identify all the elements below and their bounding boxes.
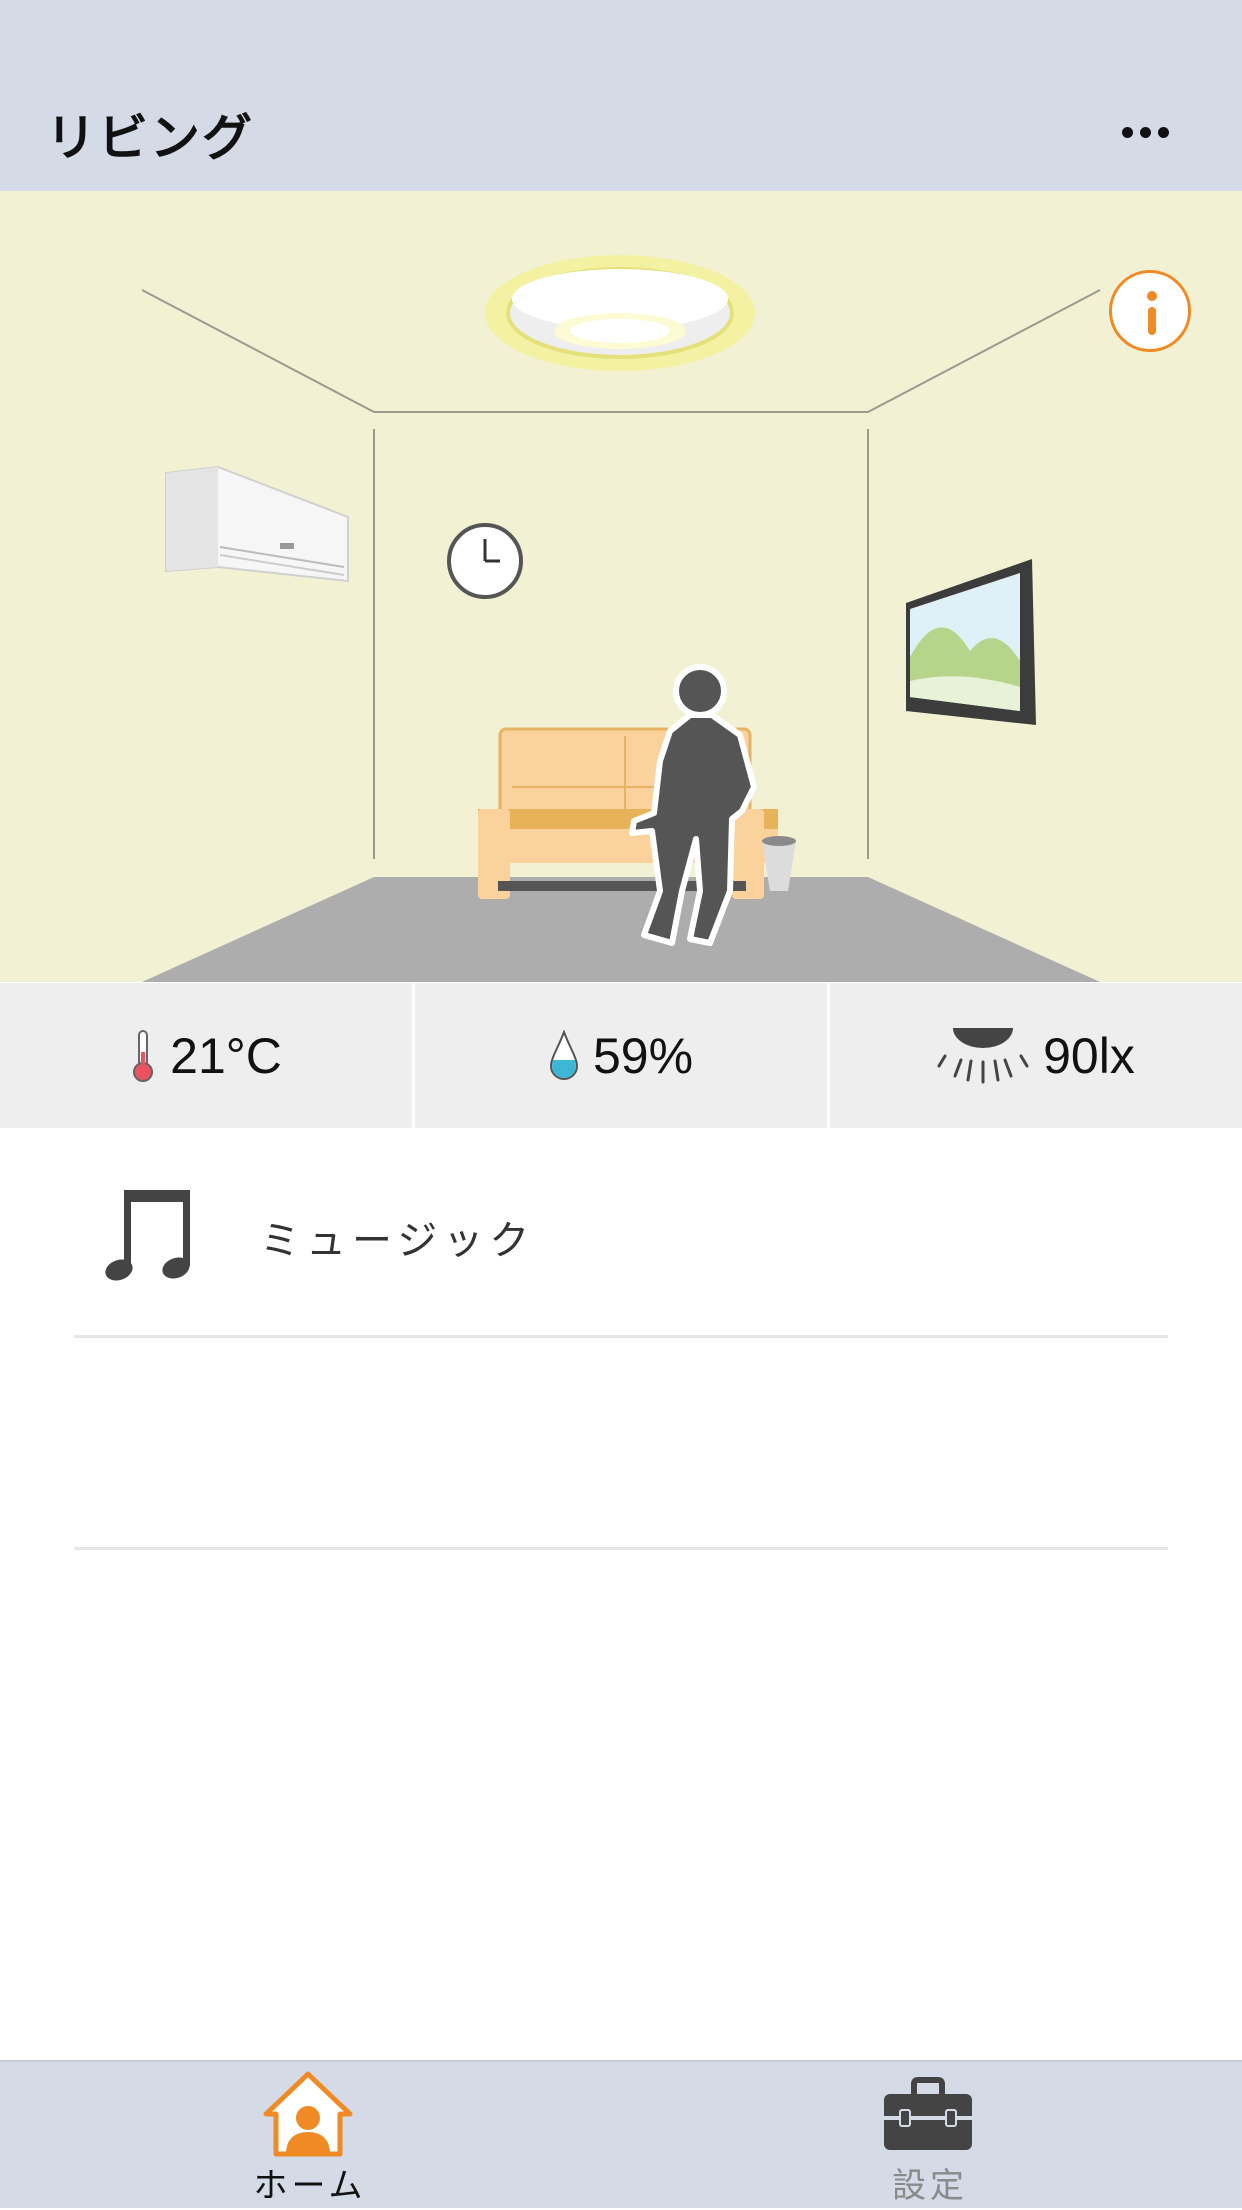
- room-illustration: [0, 191, 1242, 982]
- illuminance-sensor: 90lx: [830, 983, 1242, 1128]
- ceiling-light-icon: [485, 255, 755, 371]
- music-note-icon: [105, 1190, 190, 1281]
- picture-frame-icon: [906, 559, 1036, 725]
- more-options-button[interactable]: [1110, 110, 1180, 154]
- header: リビング: [0, 0, 1242, 191]
- water-drop-icon: [549, 1029, 578, 1080]
- home-icon: [263, 2071, 353, 2157]
- sensor-bar: 21°C 59% 90lx: [0, 983, 1242, 1128]
- info-icon: [1147, 291, 1157, 301]
- list-item-music[interactable]: ミュージック: [74, 1128, 1168, 1338]
- room-floor: [142, 877, 1100, 982]
- more-dot-icon: [1121, 126, 1133, 138]
- list-item-empty: [74, 1338, 1168, 1550]
- air-conditioner-icon: [165, 465, 349, 583]
- tab-home-label: ホーム: [253, 2166, 367, 2206]
- more-dot-icon: [1139, 126, 1151, 138]
- temperature-sensor: 21°C: [0, 983, 415, 1128]
- tab-home[interactable]: ホーム: [150, 2062, 470, 2210]
- list-item-label: ミュージック: [260, 1218, 536, 1264]
- humidity-value: 59%: [592, 1027, 694, 1084]
- tab-settings[interactable]: 設定: [770, 2062, 1090, 2210]
- wall-clock-icon: [447, 523, 523, 599]
- light-icon: [937, 1027, 1029, 1083]
- thermometer-icon: [133, 1029, 154, 1082]
- page-title: リビング: [46, 109, 254, 167]
- illuminance-value: 90lx: [1043, 1027, 1135, 1084]
- tab-settings-label: 設定: [892, 2166, 968, 2206]
- tab-bar: ホーム 設定: [0, 2060, 1242, 2208]
- more-dot-icon: [1157, 126, 1169, 138]
- temperature-value: 21°C: [170, 1027, 282, 1084]
- toolbox-icon: [884, 2077, 972, 2150]
- info-button[interactable]: [1109, 270, 1191, 352]
- info-icon-bar: [1148, 307, 1156, 335]
- humidity-sensor: 59%: [415, 983, 830, 1128]
